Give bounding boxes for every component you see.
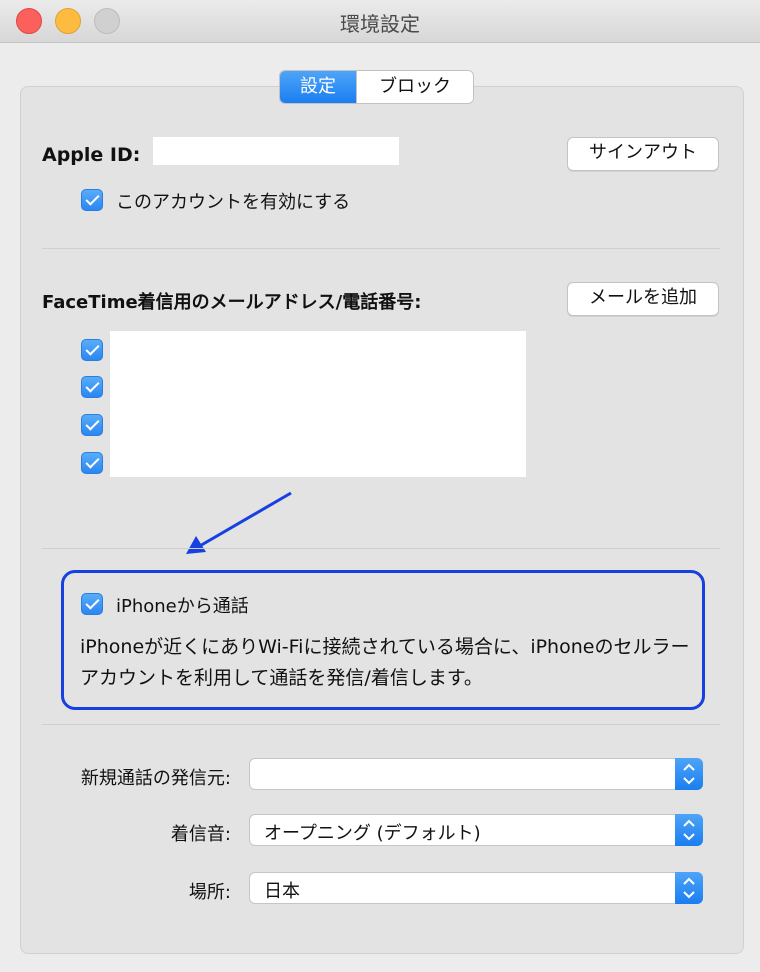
preferences-window: 環境設定 設定 ブロック Apple ID: サインアウト このアカウントを有効… [0,0,760,972]
section-divider [42,548,720,549]
arrow-down-left-icon [186,491,292,554]
enable-account-checkbox[interactable] [81,189,103,211]
ringtone-select[interactable]: オープニング (デフォルト) [249,814,703,846]
chevron-up-down-icon [675,814,703,846]
address-checkbox[interactable] [81,339,103,361]
location-value: 日本 [264,881,300,902]
tab-bar: 設定 ブロック [279,70,474,104]
iphone-calls-label: iPhoneから通話 [116,596,249,617]
tab-settings[interactable]: 設定 [280,71,356,103]
tab-blocked[interactable]: ブロック [356,71,473,103]
iphone-calls-description: iPhoneが近くにありWi-Fiに接続されている場合に、iPhoneのセルラー… [80,636,690,689]
address-checkbox[interactable] [81,376,103,398]
add-email-button[interactable]: メールを追加 [567,282,719,316]
apple-id-label: Apple ID: [42,144,141,166]
address-checkbox[interactable] [81,414,103,436]
section-divider [42,248,720,249]
location-label: 場所: [188,882,231,903]
address-list [110,331,526,477]
caller-id-select[interactable] [249,758,703,790]
section-divider [42,724,720,725]
address-checkbox[interactable] [81,452,103,474]
chevron-up-down-icon [675,872,703,904]
caller-id-label: 新規通話の発信元: [80,768,231,789]
ringtone-value: オープニング (デフォルト) [264,823,481,844]
window-title: 環境設定 [340,12,420,36]
title-bar: 環境設定 [0,0,760,43]
apple-id-value [153,137,399,165]
iphone-calls-checkbox[interactable] [81,593,103,615]
chevron-up-down-icon [675,758,703,790]
sign-out-button[interactable]: サインアウト [567,137,719,171]
ringtone-label: 着信音: [170,824,231,845]
facetime-addresses-heading: FaceTime着信用のメールアドレス/電話番号: [42,292,422,313]
enable-account-label: このアカウントを有効にする [116,192,351,213]
location-select[interactable]: 日本 [249,872,703,904]
